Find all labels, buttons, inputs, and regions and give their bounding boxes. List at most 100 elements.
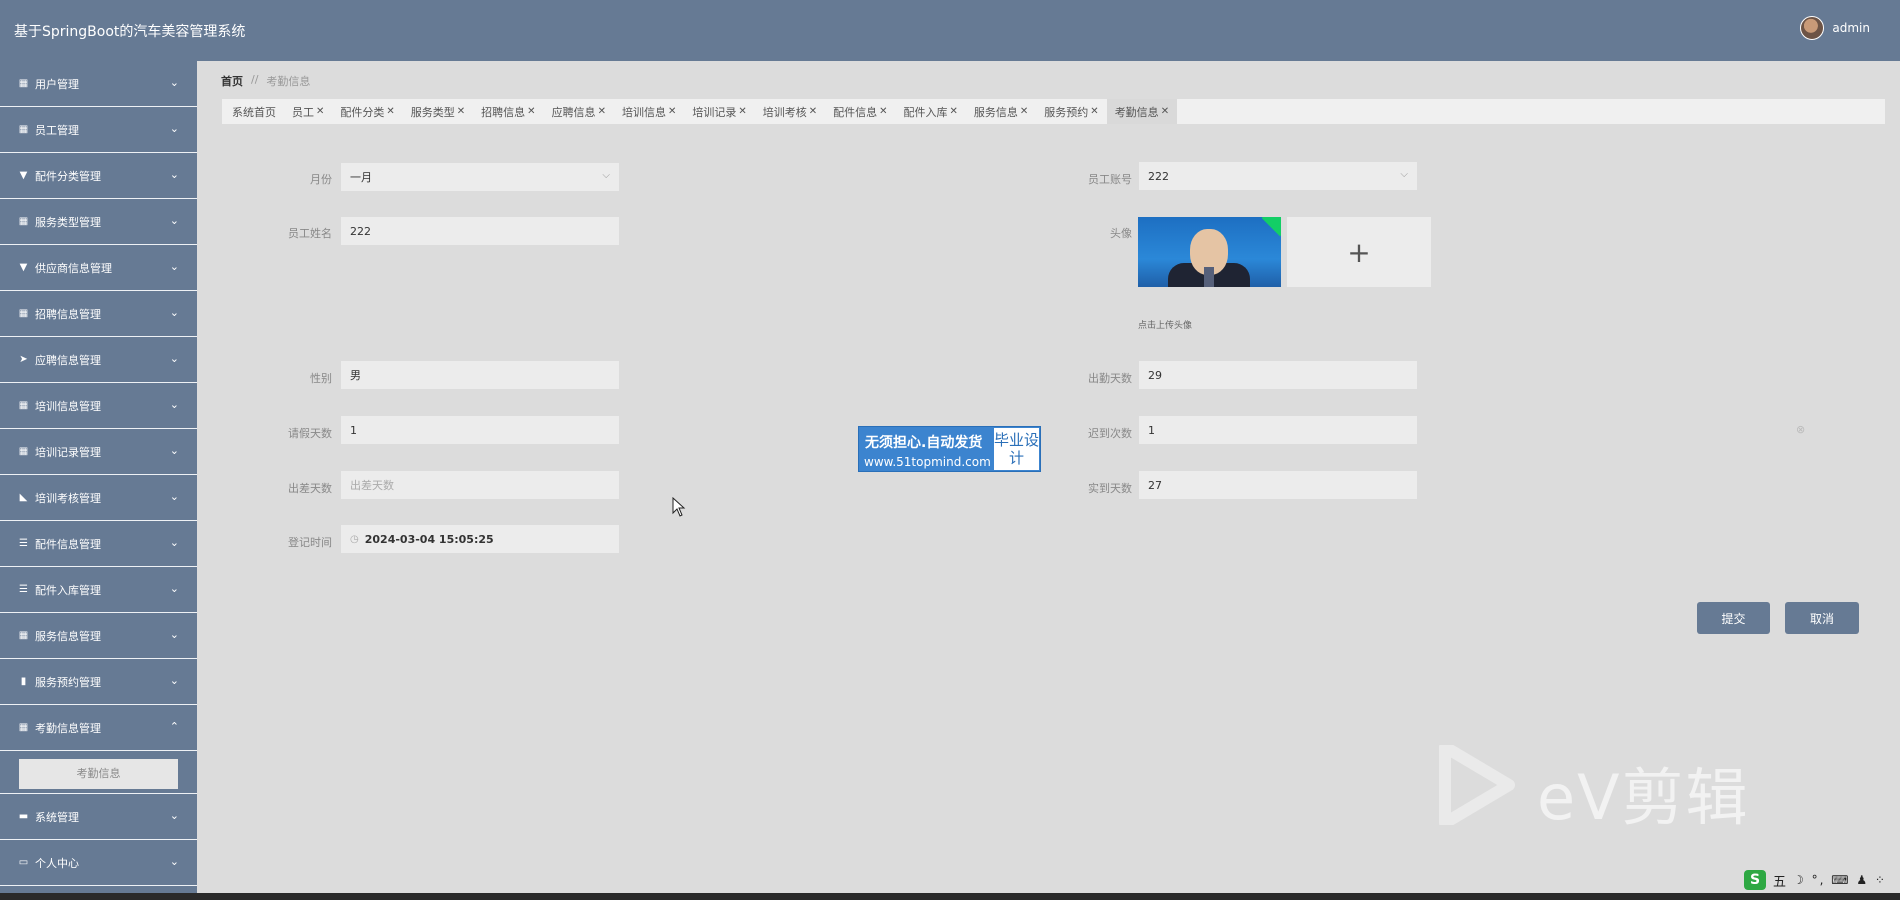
close-icon[interactable]: ✕ [386,106,394,117]
sidebar-item[interactable]: ▦ 培训信息管理 ⌄ [0,383,197,429]
tab[interactable]: 应聘信息 ✕ [544,99,614,124]
promo-banner: 无须担心.自动发货 www.51topmind.com 毕业设计 [858,426,1041,472]
sidebar-item[interactable]: ▦ 招聘信息管理 ⌄ [0,291,197,337]
gender-value: 男 [350,369,361,382]
tab[interactable]: 服务信息 ✕ [966,99,1036,124]
tab-label: 考勤信息 [1114,105,1159,119]
submenu-item-attendance[interactable]: 考勤信息 [19,759,178,789]
sidebar-item-label: 服务类型管理 [35,215,101,229]
close-icon[interactable]: ✕ [738,106,746,117]
sidebar-item[interactable]: ▼ 配件分类管理 ⌄ [0,153,197,199]
month-select[interactable]: 一月 ⌵ [341,163,619,191]
comment-icon: ▼ [19,261,28,273]
list-icon: ☰ [19,537,28,549]
chevron-down-icon: ⌵ [602,170,610,181]
attendance-days-input[interactable]: 29 [1139,361,1417,389]
sidebar-item[interactable]: ☰ 配件信息管理 ⌄ [0,521,197,567]
ime-mode[interactable]: 五 [1773,871,1786,890]
late-count-input[interactable]: 1 [1139,416,1417,444]
chevron-down-icon: ⌵ [1400,169,1408,180]
close-icon[interactable]: ✕ [950,106,958,117]
sidebar-item[interactable]: ▦ 考勤信息管理 ⌃ [0,705,197,751]
user-avatar[interactable] [1800,16,1825,40]
tab[interactable]: 招聘信息 ✕ [473,99,543,124]
promo-line2: www.51topmind.com [864,455,991,469]
sidebar-item[interactable]: ▬ 系统管理 ⌄ [0,794,197,840]
tab[interactable]: 考勤信息 ✕ [1106,99,1178,124]
close-icon[interactable]: ✕ [809,106,817,117]
close-icon[interactable]: ✕ [879,106,887,117]
employee-account-select[interactable]: 222 ⌵ [1139,162,1417,190]
user-menu[interactable]: admin [1800,16,1870,40]
watermark-text: eV剪辑 [1537,761,1750,834]
leave-days-label: 请假天数 [288,427,332,440]
cancel-button[interactable]: 取消 [1785,602,1859,634]
breadcrumb-separator: // [251,73,259,86]
close-icon[interactable]: ✕ [668,106,676,117]
sidebar-item[interactable]: ▦ 员工管理 ⌄ [0,107,197,153]
breadcrumb-home[interactable]: 首页 [221,73,243,89]
close-icon[interactable]: ✕ [457,106,465,117]
register-time-picker[interactable]: ◷ 2024-03-04 15:05:25 [341,525,619,553]
employee-name-label: 员工姓名 [288,227,332,240]
app-title: 基于SpringBoot的汽车美容管理系统 [14,24,246,40]
chevron-down-icon: ⌄ [169,490,179,503]
leave-days-input[interactable]: 1 [341,416,619,444]
tab[interactable]: 服务类型 ✕ [403,99,473,124]
register-time-value: 2024-03-04 15:05:25 [364,532,494,546]
ime-logo-icon[interactable]: S [1744,870,1766,890]
sidebar-item[interactable]: ◣ 培训考核管理 ⌄ [0,475,197,521]
sidebar-item[interactable]: ▦ 服务信息管理 ⌄ [0,613,197,659]
tab[interactable]: 配件信息 ✕ [825,99,895,124]
employee-name-input[interactable]: 222 [341,217,619,245]
avatar-photo[interactable] [1138,217,1281,287]
user-name[interactable]: admin [1832,21,1870,35]
upload-button[interactable]: + [1287,217,1431,287]
sidebar-item[interactable]: ▦ 培训记录管理 ⌄ [0,429,197,475]
chevron-down-icon: ⌄ [169,214,179,227]
close-icon[interactable]: ✕ [316,106,324,117]
tab-label: 招聘信息 [481,105,526,119]
grid-icon: ▦ [18,215,29,227]
grid-icon: ▦ [18,629,29,641]
submenu: 考勤信息 [0,751,197,794]
sidebar-item-label: 个人中心 [35,856,79,870]
attendance-days-label: 出勤天数 [1088,372,1132,385]
sidebar-item[interactable]: ▦ 用户管理 ⌄ [0,61,197,107]
submit-button[interactable]: 提交 [1697,602,1770,634]
comment-icon: ▼ [19,169,28,181]
tray-symbols[interactable]: ☽ °, ⌨ ♟ ⁘ [1793,873,1887,887]
actual-days-input[interactable]: 27 [1139,471,1417,499]
tab[interactable]: 系统首页 [224,99,284,124]
sidebar-item[interactable]: ▦ 服务类型管理 ⌄ [0,199,197,245]
tab[interactable]: 培训考核 ✕ [755,99,825,124]
close-icon[interactable]: ✕ [1090,106,1098,117]
employee-account-label: 员工账号 [1088,173,1132,186]
tab[interactable]: 培训信息 ✕ [614,99,684,124]
close-icon[interactable]: ✕ [527,106,535,117]
tab[interactable]: 培训记录 ✕ [684,99,754,124]
table-icon: ▦ [18,307,29,319]
tab[interactable]: 配件分类 ✕ [332,99,402,124]
business-trip-label: 出差天数 [288,482,332,495]
tab[interactable]: 员工 ✕ [284,99,332,124]
upload-tip: 点击上传头像 [1138,321,1193,331]
clear-icon[interactable]: ⊗ [1796,423,1805,436]
chevron-down-icon: ⌄ [169,674,179,687]
sidebar-item-label: 培训信息管理 [35,399,101,413]
sidebar-item[interactable]: ▼ 供应商信息管理 ⌄ [0,245,197,291]
sidebar-item[interactable]: ☰ 配件入库管理 ⌄ [0,567,197,613]
chevron-down-icon: ⌄ [169,536,179,549]
sidebar-item[interactable]: ▮ 服务预约管理 ⌄ [0,659,197,705]
gender-select[interactable]: 男 [341,361,619,389]
sidebar-item[interactable]: ➤ 应聘信息管理 ⌄ [0,337,197,383]
close-icon[interactable]: ✕ [1161,106,1169,117]
close-icon[interactable]: ✕ [598,106,606,117]
sidebar-item[interactable]: ▭ 个人中心 ⌄ [0,840,197,886]
tab[interactable]: 服务预约 ✕ [1036,99,1106,124]
tab-label: 培训信息 [621,105,666,119]
tab[interactable]: 配件入库 ✕ [896,99,966,124]
business-trip-input[interactable]: 出差天数 [341,471,619,499]
promo-line1: 无须担心.自动发货 [865,435,983,451]
close-icon[interactable]: ✕ [1020,106,1028,117]
